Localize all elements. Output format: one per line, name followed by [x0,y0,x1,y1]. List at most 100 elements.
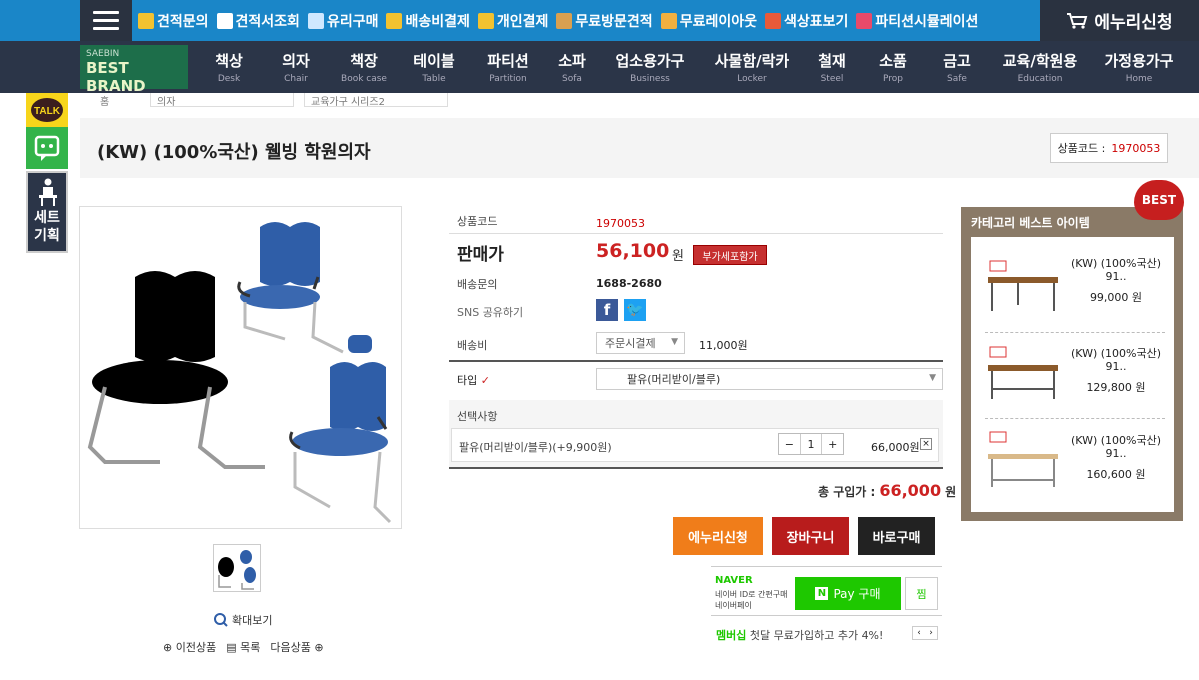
category-item[interactable]: 파티션 Partition [474,41,542,93]
category-label: 책장 [350,52,378,70]
chevron-right-icon[interactable]: › [929,628,933,638]
buy-now-button[interactable]: 바로구매 [858,517,935,555]
breadcrumb: 홈 의자 교육가구 시리즈2 [90,93,448,108]
top-menu-item[interactable]: 개인결제 [477,11,549,31]
naver-pay-button[interactable]: N Pay 구매 [795,577,901,610]
best-item[interactable]: (KW) (100%국산) 91.. 129,800 원 [980,333,1166,413]
category-label: 테이블 [413,52,455,70]
product-code-value: 1970053 [1111,141,1161,155]
top-menu-item[interactable]: 견적문의 [138,11,209,31]
category-item[interactable]: 책장 Book case [334,41,394,93]
naver-pay-label: Pay 구매 [833,587,881,601]
type-label-text: 타입 [457,374,478,387]
membership-banner[interactable]: 멤버십 첫달 무료가입하고 추가 4%! [716,627,883,643]
chat-button[interactable] [26,127,68,169]
category-item[interactable]: 소품 Prop [864,41,922,93]
category-item[interactable]: 철재 Steel [806,41,858,93]
category-item[interactable]: 테이블 Table [400,41,468,93]
prev-product-link[interactable]: ⊕ 이전상품 [163,639,216,655]
wish-button[interactable]: 찜 [905,577,938,610]
twitter-icon[interactable]: 🐦 [624,299,646,321]
card-icon [477,12,494,29]
list-link[interactable]: ▤ 목록 [226,639,260,655]
membership-text: 첫달 무료가입하고 추가 4%! [749,629,884,642]
category-item[interactable]: 금고 Safe [928,41,986,93]
enuri-top-button[interactable]: 에누리신청 [1040,0,1199,41]
brand-logo[interactable]: SAEBIN BEST BRAND [80,45,188,95]
naver-desc2: 네이버페이 [715,601,752,610]
best-item[interactable]: (KW) (100%국산) 91.. 160,600 원 [980,420,1166,500]
top-menu-label: 색상표보기 [783,13,849,30]
price-won: 원 [672,249,684,264]
type-select[interactable]: 팔유(머리받이/블루) ▼ [596,368,943,390]
zoom-button[interactable]: 확대보기 [214,612,272,628]
enuri-request-button[interactable]: 에누리신청 [673,517,763,555]
category-item[interactable]: 의자 Chair [264,41,328,93]
breadcrumb-category[interactable]: 의자 [150,93,294,108]
qty-input[interactable]: 1 [799,434,823,454]
chat-icon [34,135,60,161]
category-sublabel: Home [1125,74,1153,84]
top-menu-label: 파티션시뮬레이션 [875,13,979,30]
category-item[interactable]: 가정용가구 Home [1094,41,1184,93]
total-won: 원 [945,485,957,499]
top-menu-item[interactable]: 견적서조회 [216,11,300,31]
chevron-left-icon[interactable]: ‹ [917,628,921,638]
breadcrumb-subcategory[interactable]: 교육가구 시리즈2 [304,93,448,108]
enuri-top-label: 에누리신청 [1094,13,1173,33]
shipping-select[interactable]: 주문시결제 ▼ [596,332,685,354]
category-item[interactable]: 책상 Desk [200,41,258,93]
qty-minus-button[interactable]: − [779,434,800,454]
cart-icon [1067,12,1088,29]
kakao-talk-button[interactable]: TALK [26,93,68,127]
box-icon [556,12,573,29]
product-title: (KW) (100%국산) 웰빙 학원의자 [97,142,371,163]
category-item[interactable]: 업소용가구 Business [602,41,698,93]
category-label: 철재 [818,52,846,70]
category-sublabel: Sofa [562,74,582,84]
product-thumbnail[interactable] [213,544,261,592]
category-item[interactable]: 소파 Sofa [548,41,596,93]
set-plan-button[interactable]: 세트기획 [26,171,68,253]
category-label: 업소용가구 [615,52,685,70]
best-badge: BEST [1134,180,1184,220]
top-menu-item[interactable]: 색상표보기 [764,11,849,31]
category-label: 의자 [282,52,310,70]
home-link[interactable]: 홈 [90,93,140,108]
category-sublabel: Education [1017,74,1063,84]
top-menu-label: 견적서조회 [235,13,300,30]
top-menu: 견적문의 견적서조회 유리구매 배송비결제 개인결제 무료방문견적 무료레이아웃 색상표보기 파… [138,0,986,41]
product-code-label: 상품코드 : [1057,142,1106,155]
top-menu-item[interactable]: 배송비결제 [386,11,470,31]
remove-option-icon[interactable]: × [920,438,932,450]
naver-pay-box: NAVER 네이버 ID로 간편구매 네이버페이 N Pay 구매 찜 [711,566,942,616]
naver-desc1: 네이버 ID로 간편구매 [715,590,788,599]
divider [449,467,943,469]
category-sublabel: Chair [284,74,308,84]
best-item[interactable]: (KW) (100%국산) 91.. 99,000 원 [980,243,1166,323]
vat-included-button[interactable]: 부가세포함가 [693,245,767,265]
next-product-link[interactable]: 다음상품 ⊕ [270,639,323,655]
cart-button[interactable]: 장바구니 [772,517,849,555]
category-label: 파티션 [487,52,529,70]
qty-plus-button[interactable]: + [822,434,843,454]
top-menu-item[interactable]: 파티션시뮬레이션 [856,11,978,31]
best-item-price: 99,000 원 [1089,291,1143,304]
top-menu-label: 개인결제 [496,13,549,30]
category-sublabel: Table [422,74,446,84]
menu-icon[interactable] [80,0,132,41]
membership-arrows[interactable]: ‹ › [912,626,938,640]
magnifier-icon [214,613,228,627]
category-label: 교육/학원용 [1002,52,1078,70]
info-code-value: 1970053 [596,217,645,230]
top-menu-item[interactable]: 무료방문견적 [556,11,653,31]
naver-n-icon: N [815,587,829,600]
product-image[interactable] [79,206,402,529]
total-price: 총 구입가 : 66,000 원 [818,481,956,500]
category-item[interactable]: 교육/학원용 Education [992,41,1088,93]
top-menu-item[interactable]: 무료레이아웃 [660,11,757,31]
facebook-icon[interactable]: f [596,299,618,321]
category-item[interactable]: 사물함/락카 Locker [704,41,800,93]
top-menu-item[interactable]: 유리구매 [307,11,378,31]
set-plan-label: 세트기획 [34,210,60,244]
